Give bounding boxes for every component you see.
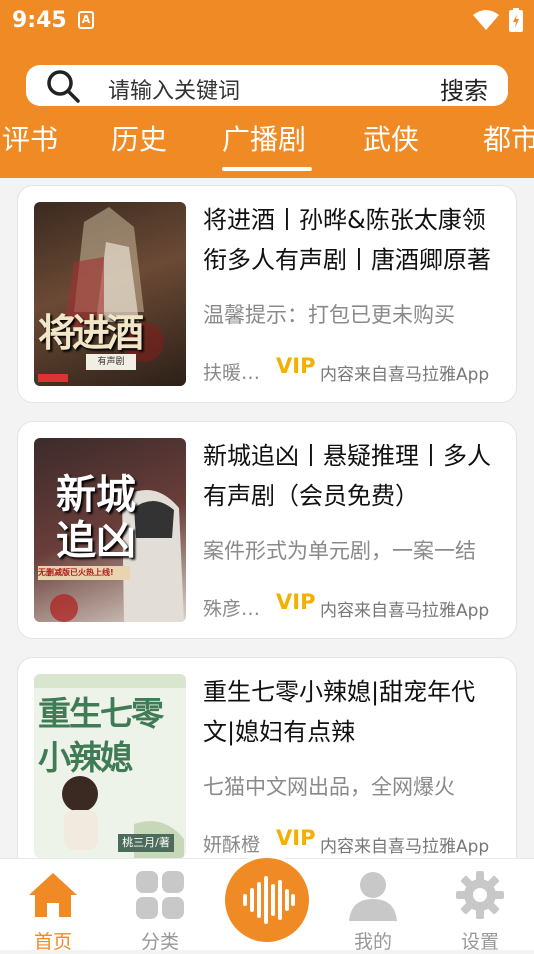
- nav-home[interactable]: 首页: [13, 859, 93, 953]
- nav-settings[interactable]: 设置: [440, 859, 520, 953]
- item-title: 新城追凶丨悬疑推理丨多人有声剧（会员免费）: [203, 442, 491, 510]
- item-source: 内容来自喜马拉雅App: [320, 365, 490, 385]
- vip-badge: VIP: [276, 590, 316, 614]
- item-title: 重生七零小辣媳|甜宠年代文|媳妇有点辣: [203, 678, 476, 746]
- tab-dushi[interactable]: 都市: [483, 118, 534, 158]
- app-header: 9:45 A 请输入关键词 搜索 评书 历史 广播剧 武侠 都市: [0, 0, 534, 178]
- tab-wuxia[interactable]: 武侠: [363, 118, 419, 158]
- cover-title: 将进酒: [38, 310, 144, 355]
- bottom-navigation: 首页 分类 我的 设置: [0, 855, 534, 953]
- cover-logo: [38, 374, 68, 382]
- item-description: 七猫中文网出品，全网爆火: [203, 775, 455, 799]
- item-title: 将进酒丨孙晔&陈张太康领衔多人有声剧丨唐酒卿原著: [203, 206, 491, 274]
- program-list: 将进酒 有声剧 将进酒丨孙晔&陈张太康领衔多人有声剧丨唐酒卿原著 温馨提示：打包…: [0, 178, 534, 858]
- gear-icon: [456, 871, 504, 919]
- tab-guangboju[interactable]: 广播剧: [222, 118, 306, 158]
- cover-image: 新城追凶 无删减版已火热上线!: [34, 438, 186, 622]
- tab-lishi[interactable]: 历史: [111, 118, 167, 158]
- nav-category[interactable]: 分类: [120, 859, 200, 953]
- a-notification-icon: A: [78, 11, 94, 29]
- cover-subtitle: 桃三月/著: [118, 834, 174, 852]
- list-item[interactable]: 重生七零小辣媳 桃三月/著 重生七零小辣媳|甜宠年代文|媳妇有点辣 七猫中文网出…: [17, 657, 517, 858]
- vip-badge: VIP: [276, 354, 316, 378]
- item-source: 内容来自喜马拉雅App: [320, 837, 490, 857]
- category-grid-icon: [136, 871, 184, 919]
- nav-profile[interactable]: 我的: [333, 859, 413, 953]
- user-icon: [349, 872, 397, 921]
- search-input[interactable]: 请输入关键词: [108, 73, 240, 105]
- cover-image: 重生七零小辣媳 桃三月/著: [34, 674, 186, 858]
- list-item[interactable]: 将进酒 有声剧 将进酒丨孙晔&陈张太康领衔多人有声剧丨唐酒卿原著 温馨提示：打包…: [17, 185, 517, 403]
- player-button-inner: [225, 858, 309, 942]
- cover-subtitle: 无删减版已火热上线!: [38, 566, 130, 580]
- player-button[interactable]: [222, 855, 312, 945]
- list-item[interactable]: 新城追凶 无删减版已火热上线! 新城追凶丨悬疑推理丨多人有声剧（会员免费） 案件…: [17, 421, 517, 639]
- tab-pingshu[interactable]: 评书: [2, 118, 58, 158]
- category-tabs: 评书 历史 广播剧 武侠 都市: [0, 118, 534, 174]
- item-description: 温馨提示：打包已更未购买: [203, 303, 455, 327]
- item-author: 殊彦文化: [203, 598, 265, 620]
- active-tab-indicator: [222, 167, 312, 171]
- item-author: 扶暖文化: [203, 362, 265, 384]
- status-bar: 9:45 A: [0, 0, 534, 44]
- item-source: 内容来自喜马拉雅App: [320, 601, 490, 621]
- item-description: 案件形式为单元剧，一案一结: [203, 539, 476, 563]
- cover-subtitle: 有声剧: [86, 354, 136, 370]
- cover-title: 新城追凶: [56, 471, 136, 564]
- status-time: 9:45: [12, 8, 67, 33]
- search-button[interactable]: 搜索: [440, 71, 488, 106]
- vip-badge: VIP: [276, 826, 316, 850]
- search-icon: [47, 70, 80, 103]
- cover-image: 将进酒 有声剧: [34, 202, 186, 386]
- battery-charging-icon: [509, 8, 523, 32]
- item-author: 妍酥橙: [203, 834, 261, 856]
- cover-title: 重生七零小辣媳: [38, 694, 164, 777]
- audio-wave-icon: [243, 876, 295, 924]
- search-bar[interactable]: 请输入关键词 搜索: [26, 65, 508, 106]
- wifi-icon: [473, 10, 499, 30]
- home-icon: [29, 873, 77, 917]
